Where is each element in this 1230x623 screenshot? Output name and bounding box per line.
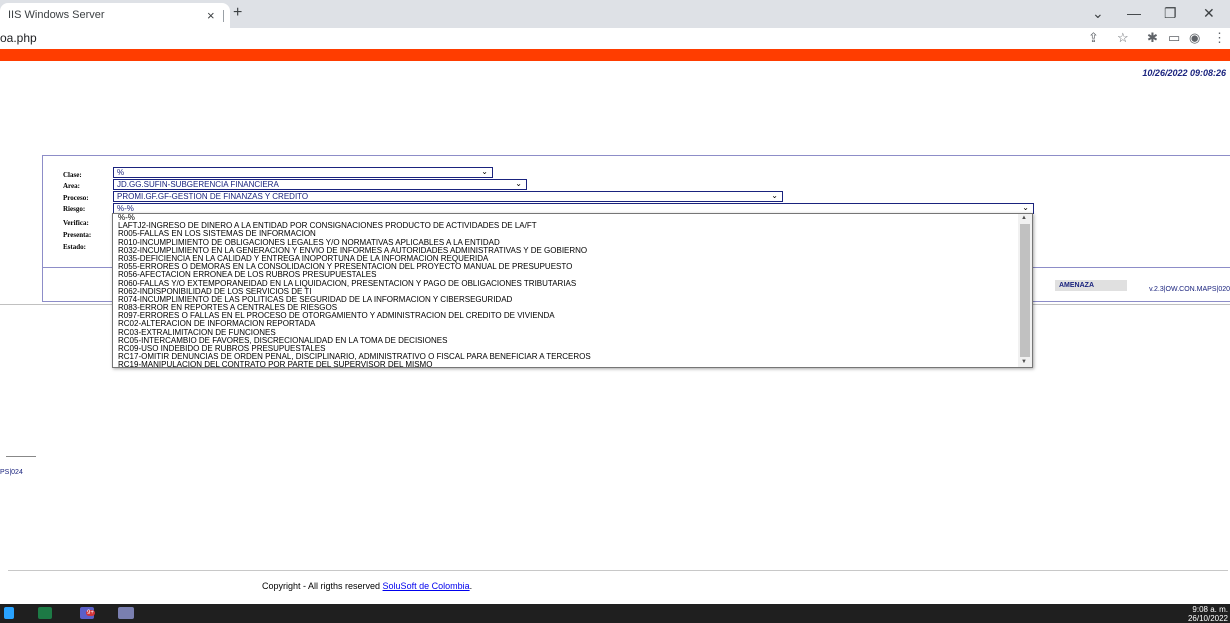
share-icon[interactable]: ⇪ xyxy=(1088,30,1099,46)
stray-version-text: PS|024 xyxy=(0,469,23,476)
stray-divider xyxy=(6,456,36,457)
tab-search-chevron-icon[interactable]: ⌄ xyxy=(1092,5,1104,22)
profile-icon[interactable]: ◉ xyxy=(1189,30,1200,46)
system-clock[interactable]: 9:08 a. m. 26/10/2022 xyxy=(1188,605,1228,623)
riesgo-option[interactable]: RC19-MANIPULACION DEL CONTRATO POR PARTE… xyxy=(113,361,1019,367)
proceso-label: Proceso: xyxy=(63,194,89,202)
riesgo-option[interactable]: RC02-ALTERACION DE INFORMACION REPORTADA xyxy=(113,320,1019,328)
edge-icon[interactable] xyxy=(4,607,14,619)
address-bar[interactable]: oa.php ⇪ ☆ ✱ ▭ ◉ ⋮ xyxy=(0,28,1230,48)
app-icon[interactable] xyxy=(118,607,134,619)
riesgo-option[interactable]: R056-AFECTACION ERRONEA DE LOS RUBROS PR… xyxy=(113,271,1019,279)
chevron-down-icon: ⌄ xyxy=(515,179,522,188)
estado-label: Estado: xyxy=(63,243,86,251)
area-value: JD.GG.SUFIN-SUBGERENCIA FINANCIERA xyxy=(117,180,279,189)
scroll-down-icon[interactable]: ▼ xyxy=(1021,359,1027,365)
new-tab-button[interactable]: + xyxy=(233,4,242,22)
sidebar-icon[interactable]: ▭ xyxy=(1168,30,1180,46)
riesgo-option[interactable]: R005-FALLAS EN LOS SISTEMAS DE INFORMACI… xyxy=(113,230,1019,238)
clase-select[interactable]: % ⌄ xyxy=(113,167,493,178)
riesgo-value: %-% xyxy=(117,204,134,213)
clase-value: % xyxy=(117,168,125,177)
copyright-prefix: Copyright - All rigths reserved xyxy=(262,581,383,591)
riesgo-label: Riesgo: xyxy=(63,205,86,213)
riesgo-option[interactable]: R083-ERROR EN REPORTES A CENTRALES DE RI… xyxy=(113,304,1019,312)
chevron-down-icon: ⌄ xyxy=(771,191,778,200)
chevron-down-icon: ⌄ xyxy=(1022,203,1029,212)
copyright-text: Copyright - All rigths reserved SoluSoft… xyxy=(262,581,472,591)
clock-date: 26/10/2022 xyxy=(1187,614,1228,623)
url-text[interactable]: oa.php xyxy=(0,31,37,45)
excel-icon[interactable] xyxy=(38,607,52,619)
riesgo-option[interactable]: R035-DEFICIENCIA EN LA CALIDAD Y ENTREGA… xyxy=(113,255,1019,263)
notification-badge: 9+ xyxy=(86,610,95,616)
riesgo-option[interactable]: LAFTJ2-INGRESO DE DINERO A LA ENTIDAD PO… xyxy=(113,222,1019,230)
riesgo-option[interactable]: R074-INCUMPLIMIENTO DE LAS POLITICAS DE … xyxy=(113,296,1019,304)
riesgo-option[interactable]: R032-INCUMPLIMIENTO EN LA GENERACION Y E… xyxy=(113,247,1019,255)
tab-close-icon[interactable]: × xyxy=(207,8,215,23)
riesgo-options: %-% LAFTJ2-INGRESO DE DINERO A LA ENTIDAD… xyxy=(113,214,1019,367)
copyright-suffix: . xyxy=(469,581,473,591)
riesgo-option[interactable]: RC09-USO INDEBIDO DE RUBROS PRESUPUESTAL… xyxy=(113,345,1019,353)
presenta-label: Presenta: xyxy=(63,231,92,239)
company-link[interactable]: SoluSoft de Colombia xyxy=(383,581,470,591)
header-accent-bar xyxy=(0,49,1230,61)
version-text: v.2.3|OW.CON.MAPS|020 xyxy=(1149,286,1230,293)
clase-label: Clase: xyxy=(63,171,82,179)
riesgo-option[interactable]: R097-ERRORES O FALLAS EN EL PROCESO DE O… xyxy=(113,312,1019,320)
riesgo-option[interactable]: R010-INCUMPLIMIENTO DE OBLIGACIONES LEGA… xyxy=(113,239,1019,247)
area-label: Area: xyxy=(63,182,80,190)
scroll-up-icon[interactable]: ▲ xyxy=(1021,215,1027,221)
browser-tab-strip: IIS Windows Server × + ⌄ — ❐ ✕ xyxy=(0,0,1230,28)
proceso-select[interactable]: PROMI.GF.GF-GESTION DE FINANZAS Y CREDIT… xyxy=(113,191,783,202)
chevron-down-icon: ⌄ xyxy=(481,167,488,176)
area-select[interactable]: JD.GG.SUFIN-SUBGERENCIA FINANCIERA ⌄ xyxy=(113,179,527,190)
close-window-button[interactable]: ✕ xyxy=(1203,5,1215,22)
footer-divider xyxy=(8,570,1228,571)
tab-separator xyxy=(223,10,224,22)
minimize-button[interactable]: — xyxy=(1127,5,1141,21)
windows-taskbar: 9+ 9:08 a. m. 26/10/2022 xyxy=(0,604,1230,623)
dropdown-scrollbar[interactable]: ▲ ▼ xyxy=(1018,214,1032,367)
riesgo-option[interactable]: RC03-EXTRALIMITACION DE FUNCIONES xyxy=(113,329,1019,337)
teams-icon[interactable]: 9+ xyxy=(80,607,95,619)
browser-tab[interactable]: IIS Windows Server × xyxy=(0,3,230,28)
amenaza-header: AMENAZA xyxy=(1055,280,1127,291)
restore-button[interactable]: ❐ xyxy=(1164,5,1177,22)
riesgo-option[interactable]: R055-ERRORES O DEMORAS EN LA CONSOLIDACI… xyxy=(113,263,1019,271)
menu-icon[interactable]: ⋮ xyxy=(1213,30,1226,46)
star-icon[interactable]: ☆ xyxy=(1117,30,1129,46)
riesgo-option[interactable]: RC05-INTERCAMBIO DE FAVORES, DISCRECIONA… xyxy=(113,337,1019,345)
server-datetime: 10/26/2022 09:08:26 xyxy=(1142,68,1226,78)
clock-time: 9:08 a. m. xyxy=(1192,605,1228,614)
extensions-icon[interactable]: ✱ xyxy=(1147,30,1158,46)
tab-title: IIS Windows Server xyxy=(8,9,105,21)
riesgo-dropdown-list[interactable]: %-% LAFTJ2-INGRESO DE DINERO A LA ENTIDAD… xyxy=(112,213,1033,368)
riesgo-option[interactable]: %-% xyxy=(113,214,1019,222)
riesgo-option[interactable]: R060-FALLAS Y/O EXTEMPORANEIDAD EN LA LI… xyxy=(113,280,1019,288)
riesgo-option[interactable]: R062-INDISPONIBILIDAD DE LOS SERVICIOS D… xyxy=(113,288,1019,296)
riesgo-option[interactable]: RC17-OMITIR DENUNCIAS DE ORDEN PENAL, DI… xyxy=(113,353,1019,361)
scrollbar-thumb[interactable] xyxy=(1020,224,1030,357)
proceso-value: PROMI.GF.GF-GESTION DE FINANZAS Y CREDIT… xyxy=(117,192,309,201)
verifica-label: Verifica: xyxy=(63,219,89,227)
